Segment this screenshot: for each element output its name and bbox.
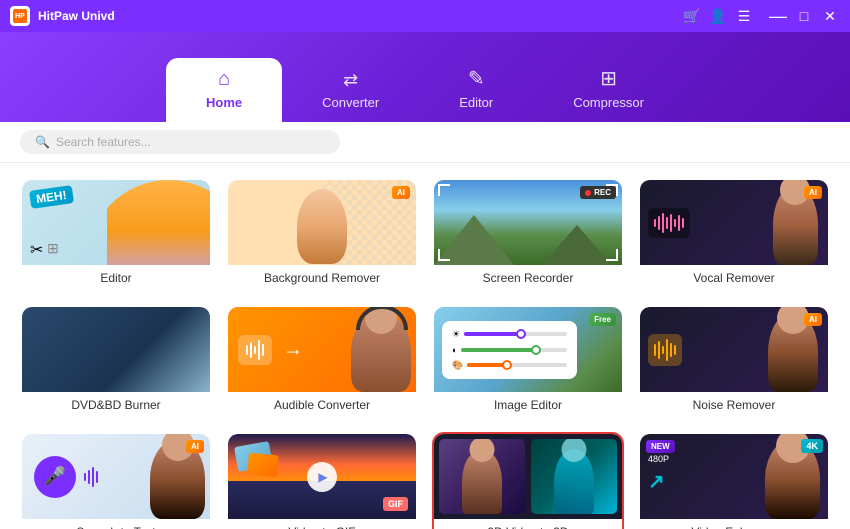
editor-label: Editor <box>22 265 210 289</box>
feature-video-to-gif[interactable]: ▶ GIF Video to GIF <box>226 432 418 529</box>
nav-tabs: ⌂ Home ⇄ Converter ✎ Editor ⊞ Compressor <box>0 56 850 122</box>
feature-screen-recorder[interactable]: REC Screen Recorder <box>432 178 624 291</box>
feature-video-enhancer[interactable]: ↗ 480P 4K NEW Video Enhancer <box>638 432 830 529</box>
main-content: MEH! ✂ ⊞ Editor AI Background Remover <box>0 163 850 529</box>
search-area: 🔍 Search features... <box>0 122 850 163</box>
audible-converter-label: Audible Converter <box>228 392 416 416</box>
feature-2d-to-3d[interactable]: 2D Video to 3D <box>432 432 624 529</box>
corner-tr <box>606 184 618 196</box>
image-editor-label: Image Editor <box>434 392 622 416</box>
bg-remover-label: Background Remover <box>228 265 416 289</box>
titlebar-left: HP HitPaw Univd <box>10 6 115 26</box>
search-icon: 🔍 <box>35 135 50 149</box>
home-icon: ⌂ <box>218 68 230 91</box>
maximize-button[interactable]: □ <box>794 6 814 26</box>
speech-to-text-label: Speech to Text <box>22 519 210 529</box>
feature-editor[interactable]: MEH! ✂ ⊞ Editor <box>20 178 212 291</box>
gif-badge: GIF <box>383 497 408 511</box>
dvd-burner-label: DVD&BD Burner <box>22 392 210 416</box>
2d-to-3d-label: 2D Video to 3D <box>434 519 622 529</box>
tab-compressor[interactable]: ⊞ Compressor <box>533 56 684 122</box>
tab-editor-label: Editor <box>459 95 493 110</box>
dvd-burner-thumbnail: DVD <box>22 307 210 392</box>
feature-image-editor[interactable]: ☀ ◐ 🎨 <box>432 305 624 418</box>
vocal-remover-label: Vocal Remover <box>640 265 828 289</box>
feature-audible-converter[interactable]: → Audible Converter <box>226 305 418 418</box>
feature-vocal-remover[interactable]: AI Vocal Remover <box>638 178 830 291</box>
rec-dot <box>585 190 591 196</box>
new-badge-enhancer: NEW <box>646 440 675 453</box>
search-box[interactable]: 🔍 Search features... <box>20 130 340 154</box>
speech-to-text-thumbnail: 🎤 AI <box>22 434 210 519</box>
ai-badge-speech: AI <box>186 440 204 453</box>
bg-remover-thumbnail: AI <box>228 180 416 265</box>
noise-remover-label: Noise Remover <box>640 392 828 416</box>
tab-editor[interactable]: ✎ Editor <box>419 56 533 122</box>
titlebar-controls: 🛒 👤 ☰ — □ ✕ <box>682 6 840 26</box>
video-enhancer-thumbnail: ↗ 480P 4K NEW <box>640 434 828 519</box>
noise-remover-thumbnail: AI <box>640 307 828 392</box>
user-icon[interactable]: 👤 <box>708 6 728 26</box>
logo-text: HP <box>15 13 25 20</box>
app-logo-inner: HP <box>13 9 27 23</box>
tab-converter-label: Converter <box>322 95 379 110</box>
titlebar: HP HitPaw Univd 🛒 👤 ☰ — □ ✕ <box>0 0 850 32</box>
cart-icon[interactable]: 🛒 <box>682 6 702 26</box>
corner-tl <box>438 184 450 196</box>
vocal-remover-thumbnail: AI <box>640 180 828 265</box>
editor-nav-icon: ✎ <box>468 66 485 91</box>
corner-bl <box>438 249 450 261</box>
compressor-icon: ⊞ <box>600 66 617 91</box>
screen-recorder-label: Screen Recorder <box>434 265 622 289</box>
2d-to-3d-thumbnail <box>434 434 622 519</box>
feature-dvd-burner[interactable]: DVD DVD&BD Burner <box>20 305 212 418</box>
app-logo: HP <box>10 6 30 26</box>
feature-noise-remover[interactable]: AI Noise Remover <box>638 305 830 418</box>
ai-badge-vocal: AI <box>804 186 822 199</box>
tab-home-label: Home <box>206 95 242 110</box>
tab-converter[interactable]: ⇄ Converter <box>282 60 419 122</box>
free-badge-image-editor: Free <box>589 313 616 326</box>
corner-br <box>606 249 618 261</box>
minimize-button[interactable]: — <box>768 6 788 26</box>
video-to-gif-label: Video to GIF <box>228 519 416 529</box>
feature-bg-remover[interactable]: AI Background Remover <box>226 178 418 291</box>
menu-icon[interactable]: ☰ <box>734 6 754 26</box>
tab-compressor-label: Compressor <box>573 95 644 110</box>
audible-converter-thumbnail: → <box>228 307 416 392</box>
video-enhancer-label: Video Enhancer <box>640 519 828 529</box>
feature-grid: MEH! ✂ ⊞ Editor AI Background Remover <box>20 178 830 529</box>
video-to-gif-thumbnail: ▶ GIF <box>228 434 416 519</box>
ai-badge-noise: AI <box>804 313 822 326</box>
feature-speech-to-text[interactable]: 🎤 AI Speech to Text <box>20 432 212 529</box>
close-button[interactable]: ✕ <box>820 6 840 26</box>
navbar: ⌂ Home ⇄ Converter ✎ Editor ⊞ Compressor <box>0 32 850 122</box>
screen-recorder-thumbnail: REC <box>434 180 622 265</box>
converter-icon: ⇄ <box>343 70 358 91</box>
app-title: HitPaw Univd <box>38 9 115 23</box>
editor-thumbnail: MEH! ✂ ⊞ <box>22 180 210 265</box>
tab-home[interactable]: ⌂ Home <box>166 58 282 122</box>
search-placeholder: Search features... <box>56 135 151 149</box>
ai-badge-bg-remover: AI <box>392 186 410 199</box>
image-editor-thumbnail: ☀ ◐ 🎨 <box>434 307 622 392</box>
